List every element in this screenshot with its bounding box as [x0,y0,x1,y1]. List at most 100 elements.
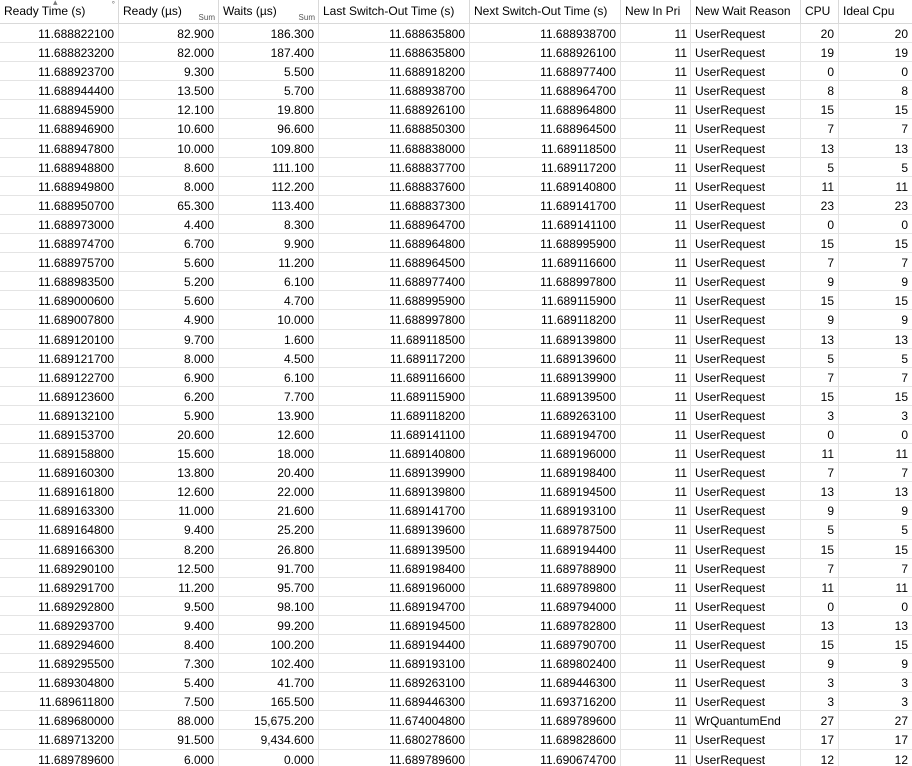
table-row[interactable]: 11.688983500 5.200 6.100 11.688977400 11.688… [0,272,912,292]
table-row[interactable]: 11.689611800 7.500 165.500 11.689446300 11.6… [0,692,912,712]
table-row[interactable]: 11.689291700 11.200 95.700 11.689196000 11.6… [0,577,912,597]
table-row[interactable]: 11.689166300 8.200 26.800 11.689139500 11.68… [0,539,912,559]
next-switch-out-cell: 11.688926100 [470,43,621,62]
new-in-pri-cell: 11 [621,711,691,730]
table-row[interactable]: 11.689158800 15.600 18.000 11.689140800 11.6… [0,444,912,464]
table-row[interactable]: 11.689122700 6.900 6.100 11.689116600 11.689… [0,367,912,387]
new-in-pri-cell: 11 [621,424,691,444]
table-row[interactable]: 11.688974700 6.700 9.900 11.688964800 11.688… [0,234,912,254]
table-row[interactable]: 11.689304800 5.400 41.700 11.689263100 11.68… [0,673,912,693]
next-switch-out-cell: 11.689139500 [470,386,621,405]
new-wait-reason-cell: UserRequest [691,577,801,596]
table-row[interactable]: 11.689121700 8.000 4.500 11.689117200 11.689… [0,348,912,368]
new-in-pri-cell: 11 [621,62,691,81]
ready-time-cell: 11.689290100 [0,558,119,577]
new-wait-reason-cell: UserRequest [691,692,801,711]
next-switch-out-cell: 11.689787500 [470,520,621,539]
table-row[interactable]: 11.689164800 9.400 25.200 11.689139600 11.68… [0,520,912,540]
column-header-ready-time[interactable]: Ready Time (s) ▴ ° [0,0,119,24]
ideal-cpu-cell: 20 [894,27,908,41]
waits-cell: 13.900 [219,405,319,424]
ready-cell: 12.500 [119,558,219,577]
column-header-next-switch-out-time[interactable]: Next Switch-Out Time (s) [470,0,621,24]
ready-cell: 6.200 [119,386,219,405]
ready-cell: 5.900 [119,405,219,424]
last-switch-out-cell: 11.688995900 [319,291,470,310]
new-wait-reason-cell: UserRequest [691,596,801,615]
column-header-ready[interactable]: Ready (µs) Sum [119,0,219,24]
ready-time-cell: 11.688822100 [0,24,119,43]
table-row[interactable]: 11.688949800 8.000 112.200 11.688837600 11.6… [0,176,912,196]
table-row[interactable]: 11.688973000 4.400 8.300 11.688964700 11.689… [0,214,912,235]
ready-cell: 5.200 [119,272,219,291]
ideal-cpu-cell: 7 [901,256,908,271]
new-wait-reason-cell: UserRequest [691,62,801,81]
table-row[interactable]: 11.689000600 5.600 4.700 11.688995900 11.689… [0,291,912,311]
table-row[interactable]: 11.689132100 5.900 13.900 11.689118200 11.68… [0,405,912,425]
ideal-cpu-cell: 3 [901,408,908,423]
waits-cell: 20.400 [219,463,319,482]
table-row[interactable]: 11.689163300 11.000 21.600 11.689141700 11.6… [0,501,912,521]
column-header-ideal-cpu[interactable]: Ideal Cpu [839,0,912,24]
column-header-last-switch-out-time[interactable]: Last Switch-Out Time (s) [319,0,470,24]
table-row[interactable]: 11.689293700 9.400 99.200 11.689194500 11.68… [0,615,912,635]
cpu-cell: 15 [801,386,839,405]
new-wait-reason-cell: UserRequest [691,81,801,100]
next-switch-out-cell: 11.689141700 [470,195,621,214]
cpu-cell: 17 [801,730,839,749]
column-header-new-wait-reason[interactable]: New Wait Reason [691,0,801,24]
table-row[interactable]: 11.689007800 4.900 10.000 11.688997800 11.68… [0,310,912,330]
waits-cell: 7.700 [219,386,319,405]
table-row[interactable]: 11.689680000 88.000 15,675.200 11.674004800… [0,711,912,731]
ready-time-cell: 11.689611800 [0,692,119,711]
table-row[interactable]: 11.688950700 65.300 113.400 11.688837300 11.… [0,195,912,215]
new-in-pri-cell: 11 [621,24,691,43]
column-pin-icon[interactable]: ° [112,1,115,9]
new-wait-reason-cell: UserRequest [691,482,801,501]
ready-cell: 88.000 [119,711,219,730]
ideal-cpu-cell: 27 [894,714,908,729]
column-header-new-in-pri[interactable]: New In Pri [621,0,691,24]
table-row[interactable]: 11.688947800 10.000 109.800 11.688838000 11.… [0,138,912,158]
new-wait-reason-cell: UserRequest [691,253,801,272]
next-switch-out-cell: 11.689789600 [470,711,621,730]
column-header-waits[interactable]: Waits (µs) Sum [219,0,319,24]
ready-time-cell: 11.689304800 [0,673,119,692]
table-row[interactable]: 11.688948800 8.600 111.100 11.688837700 11.6… [0,157,912,177]
ideal-cpu-cell: 13 [894,485,908,500]
cpu-cell: 3 [801,692,839,711]
last-switch-out-cell: 11.680278600 [319,730,470,749]
next-switch-out-cell: 11.688997800 [470,272,621,291]
table-row[interactable]: 11.689713200 91.500 9,434.600 11.680278600 1… [0,730,912,750]
table-row[interactable]: 11.689153700 20.600 12.600 11.689141100 11.6… [0,424,912,445]
ready-cell: 82.000 [119,43,219,62]
ideal-cpu-cell: 15 [894,237,908,252]
new-wait-reason-cell: UserRequest [691,444,801,463]
table-row[interactable]: 11.688944400 13.500 5.700 11.688938700 11.68… [0,81,912,101]
table-row[interactable]: 11.689120100 9.700 1.600 11.689118500 11.689… [0,329,912,349]
table-row[interactable]: 11.689789600 6.000 0.000 11.689789600 11.690… [0,749,912,766]
table-row[interactable]: 11.688975700 5.600 11.200 11.688964500 11.68… [0,253,912,273]
table-row[interactable]: 11.688823200 82.000 187.400 11.688635800 11.… [0,43,912,63]
new-wait-reason-cell: UserRequest [691,520,801,539]
table-row[interactable]: 11.689160300 13.800 20.400 11.689139900 11.6… [0,463,912,483]
table-row[interactable]: 11.689294600 8.400 100.200 11.689194400 11.6… [0,635,912,655]
table-row[interactable]: 11.688822100 82.900 186.300 11.688635800 11.… [0,24,912,44]
table-row[interactable]: 11.689290100 12.500 91.700 11.689198400 11.6… [0,558,912,578]
ready-cell: 9.400 [119,520,219,539]
table-row[interactable]: 11.689123600 6.200 7.700 11.689115900 11.689… [0,386,912,406]
table-row[interactable]: 11.688946900 10.600 96.600 11.688850300 11.6… [0,119,912,139]
last-switch-out-cell: 11.689117200 [319,348,470,367]
waits-cell: 95.700 [219,577,319,596]
table-row[interactable]: 11.688945900 12.100 19.800 11.688926100 11.6… [0,100,912,120]
table-row[interactable]: 11.689292800 9.500 98.100 11.689194700 11.68… [0,596,912,616]
new-in-pri-cell: 11 [621,234,691,253]
waits-cell: 8.300 [219,214,319,234]
table-row[interactable]: 11.688923700 9.300 5.500 11.688918200 11.688… [0,62,912,82]
ready-time-cell: 11.689007800 [0,310,119,329]
table-row[interactable]: 11.689295500 7.300 102.400 11.689193100 11.6… [0,654,912,674]
table-row[interactable]: 11.689161800 12.600 22.000 11.689139800 11.6… [0,482,912,502]
column-header-cpu[interactable]: CPU [801,0,839,24]
ideal-cpu-cell: 7 [901,561,908,576]
cpu-cell: 5 [801,348,839,367]
